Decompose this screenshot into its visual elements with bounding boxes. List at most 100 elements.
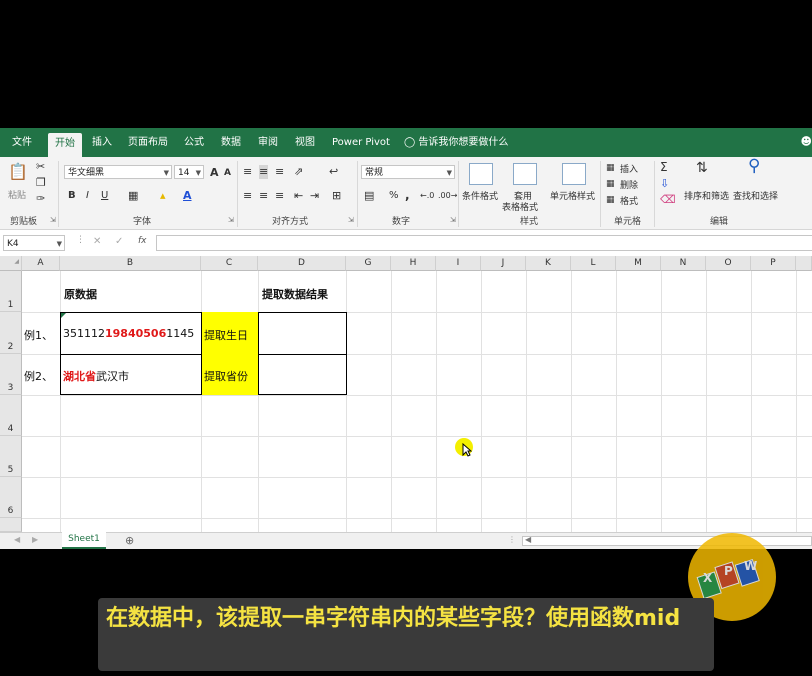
column-header[interactable] xyxy=(796,256,812,271)
grow-font-button[interactable]: A xyxy=(210,166,219,179)
tab-file[interactable]: 文件 xyxy=(12,128,32,157)
font-color-icon[interactable]: A xyxy=(183,189,192,203)
row-header[interactable] xyxy=(0,518,22,532)
cell-b1[interactable]: 原数据 xyxy=(64,286,97,302)
decrease-indent-icon[interactable]: ⇤ xyxy=(294,189,303,203)
autosum-icon[interactable]: Σ xyxy=(660,160,668,174)
column-header[interactable]: P xyxy=(751,256,796,271)
wrap-text-icon[interactable]: ↩ xyxy=(329,165,338,179)
cell-d1[interactable]: 提取数据结果 xyxy=(262,286,328,302)
comma-button[interactable]: , xyxy=(405,188,410,202)
add-sheet-icon[interactable]: ⊕ xyxy=(125,534,134,547)
row-header[interactable]: 6 xyxy=(0,477,22,518)
column-header[interactable]: D xyxy=(258,256,346,271)
cut-icon[interactable]: ✂ xyxy=(36,160,45,174)
tab-formulas[interactable]: 公式 xyxy=(184,128,204,157)
align-right-icon[interactable]: ≡ xyxy=(275,189,284,203)
tab-home[interactable]: 开始 xyxy=(48,133,82,157)
worksheet-grid[interactable]: ◢ A B C D G H I J K L M N O P 1 2 3 4 5 … xyxy=(0,256,812,532)
column-header[interactable]: K xyxy=(526,256,571,271)
select-all-corner[interactable]: ◢ xyxy=(0,256,22,271)
column-header[interactable]: G xyxy=(346,256,391,271)
tab-page-layout[interactable]: 页面布局 xyxy=(128,128,168,157)
chevron-down-icon: ▼ xyxy=(163,169,169,177)
tab-view[interactable]: 视图 xyxy=(295,128,315,157)
cell-b3[interactable]: 湖北省武汉市 xyxy=(63,368,129,384)
fill-icon[interactable]: ⇩ xyxy=(660,177,669,191)
cancel-icon[interactable]: ✕ xyxy=(93,236,101,247)
copy-icon[interactable]: ❐ xyxy=(36,176,46,190)
decrease-decimal-icon[interactable]: .00→ xyxy=(438,189,457,203)
row-header[interactable]: 2 xyxy=(0,312,22,354)
column-header[interactable]: I xyxy=(436,256,481,271)
increase-decimal-icon[interactable]: ←.0 xyxy=(420,189,434,203)
cell-c2[interactable]: 提取生日 xyxy=(204,327,248,343)
scroll-left-icon[interactable]: ◀ xyxy=(14,535,20,544)
tab-power-pivot[interactable]: Power Pivot xyxy=(332,128,390,157)
align-bottom-icon[interactable]: ≡ xyxy=(275,165,284,179)
paste-button[interactable]: 粘贴 xyxy=(8,188,26,201)
format-cells-icon: ▦ xyxy=(606,195,615,205)
row-header[interactable]: 3 xyxy=(0,354,22,395)
column-header[interactable]: M xyxy=(616,256,661,271)
dialog-launcher-icon[interactable]: ⇲ xyxy=(450,216,456,224)
align-top-icon[interactable]: ≡ xyxy=(243,165,252,179)
row-header[interactable]: 1 xyxy=(0,271,22,312)
number-format-select[interactable]: 常规 ▼ xyxy=(361,165,455,179)
cell-a3[interactable]: 例2、 xyxy=(24,368,53,384)
account-icon[interactable]: ☻ xyxy=(801,135,812,148)
underline-button[interactable]: U xyxy=(101,190,108,201)
scroll-right-icon[interactable]: ▶ xyxy=(32,535,38,544)
dialog-launcher-icon[interactable]: ⇲ xyxy=(50,216,56,224)
sort-filter-button[interactable]: 排序和筛选 xyxy=(684,189,729,202)
orientation-icon[interactable]: ⇗ xyxy=(294,165,303,179)
cell-c3[interactable]: 提取省份 xyxy=(204,368,248,384)
cell-a2[interactable]: 例1、 xyxy=(24,327,53,343)
format-cells-button[interactable]: 格式 xyxy=(620,194,638,207)
sheet-tab-sheet1[interactable]: Sheet1 xyxy=(62,532,106,549)
tell-me-search[interactable]: ◯ 告诉我你想要做什么 xyxy=(404,128,508,157)
name-box[interactable]: K4 ▼ xyxy=(3,235,65,251)
percent-button[interactable]: % xyxy=(389,190,399,201)
row-header[interactable]: 4 xyxy=(0,395,22,436)
column-header[interactable]: B xyxy=(60,256,201,271)
dialog-launcher-icon[interactable]: ⇲ xyxy=(228,216,234,224)
delete-cells-button[interactable]: 删除 xyxy=(620,178,638,191)
tab-insert[interactable]: 插入 xyxy=(92,128,112,157)
clear-icon[interactable]: ⌫ xyxy=(660,193,676,207)
tab-review[interactable]: 审阅 xyxy=(258,128,278,157)
insert-function-button[interactable]: fx xyxy=(138,236,147,246)
column-header[interactable]: N xyxy=(661,256,706,271)
insert-cells-button[interactable]: 插入 xyxy=(620,162,638,175)
borders-icon[interactable]: ▦ xyxy=(128,189,138,203)
conditional-format-button[interactable]: 条件格式 xyxy=(462,189,498,202)
cell-b2[interactable]: 351112198405061145 xyxy=(63,327,194,340)
cell-styles-button[interactable]: 单元格样式 xyxy=(550,189,595,202)
dialog-launcher-icon[interactable]: ⇲ xyxy=(348,216,354,224)
column-header[interactable]: J xyxy=(481,256,526,271)
format-painter-icon[interactable]: ✑ xyxy=(36,192,45,206)
tab-data[interactable]: 数据 xyxy=(221,128,241,157)
find-select-button[interactable]: 查找和选择 xyxy=(733,189,778,202)
column-header[interactable]: L xyxy=(571,256,616,271)
currency-icon[interactable]: ▤ xyxy=(364,189,374,203)
enter-icon[interactable]: ✓ xyxy=(115,236,123,247)
bold-button[interactable]: B xyxy=(68,190,76,201)
row-header[interactable]: 5 xyxy=(0,436,22,477)
align-center-icon[interactable]: ≡ xyxy=(259,189,268,203)
cell-styles-icon xyxy=(562,163,586,185)
font-size-select[interactable]: 14 ▼ xyxy=(174,165,204,179)
shrink-font-button[interactable]: A xyxy=(224,168,231,178)
formula-input[interactable] xyxy=(156,235,812,251)
column-header[interactable]: A xyxy=(22,256,60,271)
column-header[interactable]: H xyxy=(391,256,436,271)
italic-button[interactable]: I xyxy=(86,190,89,201)
merge-center-icon[interactable]: ⊞ xyxy=(332,189,341,203)
align-middle-icon[interactable]: ≡ xyxy=(259,165,269,179)
align-left-icon[interactable]: ≡ xyxy=(243,189,252,203)
column-header[interactable]: O xyxy=(706,256,751,271)
font-name-select[interactable]: 华文细黑 ▼ xyxy=(64,165,172,179)
increase-indent-icon[interactable]: ⇥ xyxy=(310,189,319,203)
fill-color-icon[interactable]: ▴ xyxy=(160,189,166,203)
column-header[interactable]: C xyxy=(201,256,258,271)
